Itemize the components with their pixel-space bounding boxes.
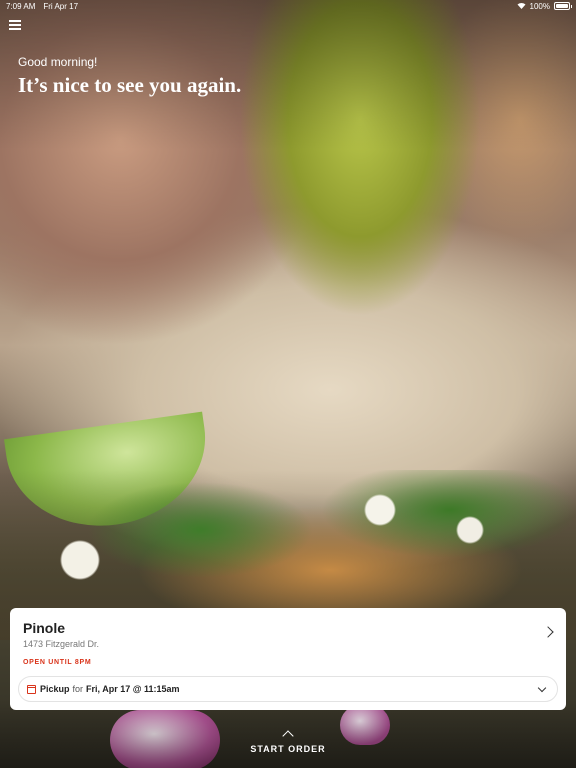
start-order-button[interactable]: START ORDER bbox=[0, 730, 576, 754]
store-name: Pinole bbox=[23, 620, 66, 636]
pickup-time-selector[interactable]: Pickup for Fri, Apr 17 @ 11:15am bbox=[18, 676, 558, 702]
hours-status: OPEN UNTIL 8PM bbox=[23, 659, 92, 666]
start-order-label: START ORDER bbox=[250, 744, 326, 754]
status-time: 7:09 AM bbox=[6, 1, 36, 11]
for-label: for bbox=[72, 684, 84, 694]
status-bar: 7:09 AM Fri Apr 17 100% bbox=[0, 0, 576, 12]
welcome-title: It’s nice to see you again. bbox=[18, 73, 242, 97]
store-address: 1473 Fitzgerald Dr. bbox=[23, 639, 100, 649]
greeting-text: Good morning! bbox=[18, 55, 98, 69]
wifi-icon bbox=[517, 2, 526, 11]
status-date: Fri Apr 17 bbox=[43, 1, 79, 11]
chevron-down-icon bbox=[537, 683, 547, 692]
battery-icon bbox=[554, 2, 572, 10]
pickup-time: Fri, Apr 17 @ 11:15am bbox=[86, 684, 180, 694]
hamburger-icon[interactable] bbox=[9, 20, 21, 30]
battery-percent: 100% bbox=[529, 1, 550, 11]
chevron-up-icon bbox=[282, 730, 294, 742]
order-mode: Pickup bbox=[40, 684, 70, 694]
calendar-icon bbox=[27, 684, 36, 694]
location-card[interactable]: Pinole 1473 Fitzgerald Dr. OPEN UNTIL 8P… bbox=[10, 608, 566, 710]
